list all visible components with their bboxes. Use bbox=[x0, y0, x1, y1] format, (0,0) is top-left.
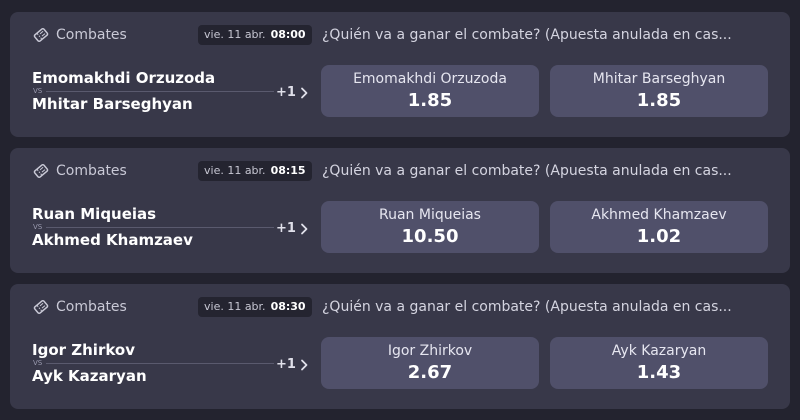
sport-label: Combates bbox=[56, 27, 127, 43]
vs-label: VS bbox=[33, 223, 43, 231]
event-time: 08:30 bbox=[270, 300, 306, 313]
divider bbox=[46, 91, 274, 92]
ticket-icon bbox=[32, 26, 50, 44]
market-question: ¿Quién va a ganar el combate? (Apuesta a… bbox=[322, 299, 732, 315]
date-badge: vie. 11 abr. 08:15 bbox=[198, 161, 312, 181]
chevron-right-icon bbox=[300, 223, 308, 235]
date-badge: vie. 11 abr. 08:30 bbox=[198, 297, 312, 317]
event-card: Combates vie. 11 abr. 08:00 ¿Quién va a … bbox=[10, 12, 790, 137]
odd-value: 1.43 bbox=[636, 362, 682, 383]
event-teams[interactable]: Emomakhdi Orzuzoda VS Mhitar Barseghyan bbox=[32, 67, 274, 117]
home-team: Igor Zhirkov bbox=[32, 341, 135, 359]
odd-selection-name: Igor Zhirkov bbox=[387, 343, 473, 359]
ticket-icon bbox=[32, 298, 50, 316]
vs-label: VS bbox=[33, 359, 43, 367]
more-markets-button[interactable]: +1 bbox=[276, 85, 308, 100]
odd-button-away[interactable]: Mhitar Barseghyan 1.85 bbox=[550, 65, 768, 117]
chevron-right-icon bbox=[300, 87, 308, 99]
event-time: 08:00 bbox=[270, 28, 306, 41]
event-header: Combates vie. 11 abr. 08:00 ¿Quién va a … bbox=[10, 12, 790, 45]
odd-selection-name: Mhitar Barseghyan bbox=[592, 71, 726, 87]
event-teams[interactable]: Ruan Miqueias VS Akhmed Khamzaev bbox=[32, 203, 274, 253]
more-markets-count: +1 bbox=[276, 85, 296, 100]
odd-button-home[interactable]: Ruan Miqueias 10.50 bbox=[321, 201, 539, 253]
odd-button-home[interactable]: Emomakhdi Orzuzoda 1.85 bbox=[321, 65, 539, 117]
event-date: vie. 11 abr. bbox=[204, 28, 266, 41]
event-card: Combates vie. 11 abr. 08:30 ¿Quién va a … bbox=[10, 284, 790, 409]
divider bbox=[46, 363, 274, 364]
more-markets-button[interactable]: +1 bbox=[276, 357, 308, 372]
event-date: vie. 11 abr. bbox=[204, 164, 266, 177]
event-header: Combates vie. 11 abr. 08:30 ¿Quién va a … bbox=[10, 284, 790, 317]
ticket-icon bbox=[32, 162, 50, 180]
odd-button-away[interactable]: Ayk Kazaryan 1.43 bbox=[550, 337, 768, 389]
odd-selection-name: Ruan Miqueias bbox=[379, 207, 481, 223]
odd-value: 2.67 bbox=[407, 362, 453, 383]
event-teams[interactable]: Igor Zhirkov VS Ayk Kazaryan bbox=[32, 339, 274, 389]
event-card: Combates vie. 11 abr. 08:15 ¿Quién va a … bbox=[10, 148, 790, 273]
odd-selection-name: Emomakhdi Orzuzoda bbox=[353, 71, 507, 87]
away-team: Akhmed Khamzaev bbox=[32, 231, 193, 249]
odd-value: 10.50 bbox=[401, 226, 459, 247]
odd-button-away[interactable]: Akhmed Khamzaev 1.02 bbox=[550, 201, 768, 253]
away-team: Mhitar Barseghyan bbox=[32, 95, 193, 113]
odd-value: 1.85 bbox=[636, 90, 682, 111]
odd-selection-name: Akhmed Khamzaev bbox=[591, 207, 727, 223]
more-markets-button[interactable]: +1 bbox=[276, 221, 308, 236]
vs-label: VS bbox=[33, 87, 43, 95]
home-team: Emomakhdi Orzuzoda bbox=[32, 69, 216, 87]
event-list: Combates vie. 11 abr. 08:00 ¿Quién va a … bbox=[0, 0, 800, 420]
more-markets-count: +1 bbox=[276, 221, 296, 236]
sport-label: Combates bbox=[56, 299, 127, 315]
event-time: 08:15 bbox=[270, 164, 306, 177]
more-markets-count: +1 bbox=[276, 357, 296, 372]
market-question: ¿Quién va a ganar el combate? (Apuesta a… bbox=[322, 163, 732, 179]
event-date: vie. 11 abr. bbox=[204, 300, 266, 313]
odd-selection-name: Ayk Kazaryan bbox=[611, 343, 707, 359]
odd-value: 1.02 bbox=[636, 226, 682, 247]
odd-value: 1.85 bbox=[407, 90, 453, 111]
chevron-right-icon bbox=[300, 359, 308, 371]
event-header: Combates vie. 11 abr. 08:15 ¿Quién va a … bbox=[10, 148, 790, 181]
home-team: Ruan Miqueias bbox=[32, 205, 157, 223]
divider bbox=[46, 227, 274, 228]
date-badge: vie. 11 abr. 08:00 bbox=[198, 25, 312, 45]
away-team: Ayk Kazaryan bbox=[32, 367, 147, 385]
market-question: ¿Quién va a ganar el combate? (Apuesta a… bbox=[322, 27, 732, 43]
sport-label: Combates bbox=[56, 163, 127, 179]
odd-button-home[interactable]: Igor Zhirkov 2.67 bbox=[321, 337, 539, 389]
